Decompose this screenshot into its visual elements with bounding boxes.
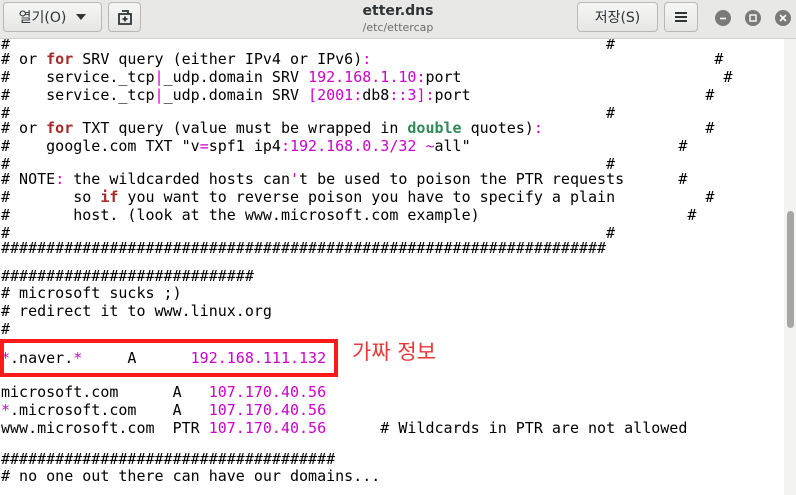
code-line: # microsoft sucks ;) — [1, 284, 182, 302]
code-line: ############################ — [1, 267, 254, 285]
vertical-scrollbar[interactable] — [784, 39, 796, 495]
close-icon — [779, 14, 787, 22]
code-line: # or for TXT query (value must be wrappe… — [1, 119, 715, 137]
annotation-label: 가짜 정보 — [352, 340, 436, 364]
code-line: # NOTE: the wildcarded hosts can't be us… — [1, 170, 688, 188]
header-bar: 열기(O) etter.dns /etc/ettercap 저장(S) — [0, 0, 796, 39]
code-line: # — [1, 320, 11, 338]
code-line: # host. (look at the www.microsoft.com e… — [1, 206, 697, 224]
minimize-icon — [720, 17, 726, 20]
maximize-icon — [749, 14, 757, 22]
scrollbar-thumb[interactable] — [787, 211, 794, 328]
code-line: # no one out there can have our domains.… — [1, 467, 381, 485]
code-line: # redirect it to www.linux.org — [1, 302, 272, 320]
menu-button[interactable] — [664, 2, 698, 32]
code-line: # so if you want to reverse poison you h… — [1, 188, 715, 206]
code-line: ########################################… — [1, 239, 607, 257]
code-line: # google.com TXT "v=spf1 ip4:192.168.0.3… — [1, 137, 688, 155]
code-line: # service._tcp|_udp.domain SRV [2001:db8… — [1, 86, 715, 104]
code-line: www.microsoft.com PTR 107.170.40.56 # Wi… — [1, 419, 688, 437]
minimize-button[interactable] — [715, 10, 731, 26]
maximize-button[interactable] — [745, 10, 761, 26]
code-line: # or for SRV query (either IPv4 or IPv6)… — [1, 50, 724, 68]
text-editor[interactable]: # # # or for SRV query (either IPv4 or I… — [0, 39, 784, 495]
highlight-box — [0, 339, 338, 377]
code-line: # service._tcp|_udp.domain SRV 192.168.1… — [1, 68, 733, 86]
code-line: ##################################### — [1, 450, 336, 468]
code-line: *.microsoft.com A 107.170.40.56 — [1, 401, 327, 419]
close-button[interactable] — [775, 10, 791, 26]
hamburger-menu-icon — [675, 12, 687, 22]
save-button[interactable]: 저장(S) — [577, 2, 658, 32]
code-line: microsoft.com A 107.170.40.56 — [1, 383, 327, 401]
